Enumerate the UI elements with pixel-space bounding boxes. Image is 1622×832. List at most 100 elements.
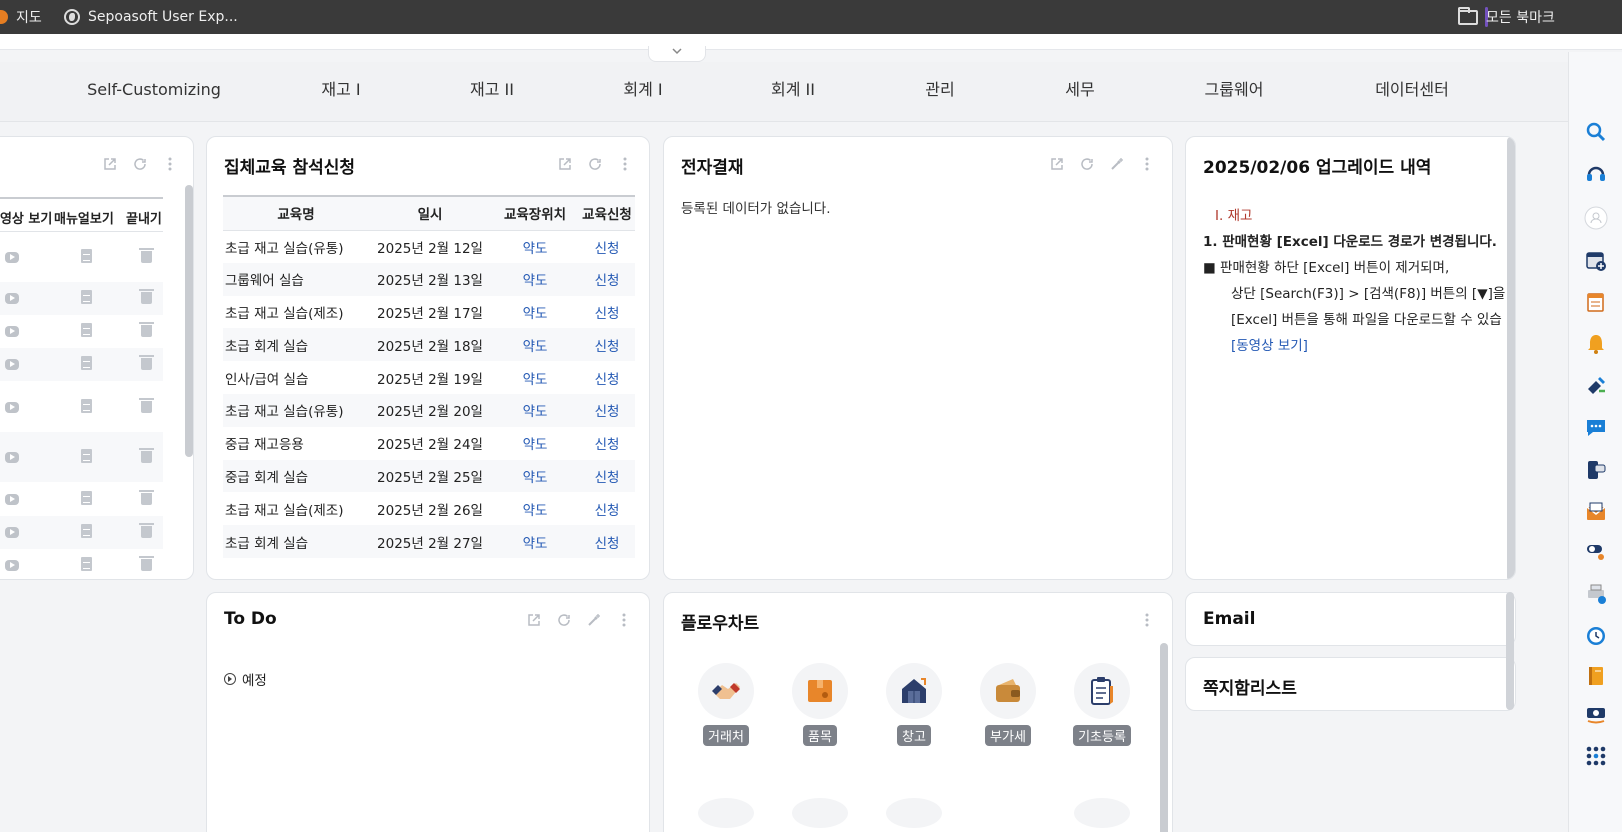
nav-tax[interactable]: 세무 (1065, 62, 1094, 122)
refresh-icon[interactable] (586, 155, 604, 173)
video-icon[interactable] (5, 326, 19, 337)
trash-icon[interactable] (139, 398, 154, 413)
mobile-message-icon[interactable] (1584, 458, 1608, 482)
map-link[interactable]: 약도 (491, 296, 579, 329)
nav-management[interactable]: 관리 (925, 62, 954, 122)
nav-data-center[interactable]: 데이터센터 (1375, 62, 1449, 122)
all-bookmarks-button[interactable]: 모든 북마크 (1458, 0, 1555, 34)
nav-inventory-1[interactable]: 재고 I (321, 62, 360, 122)
toggle-user-icon[interactable] (1584, 540, 1608, 564)
flow-item-warehouse[interactable]: 창고 (882, 663, 946, 746)
flow-item-products[interactable]: 품목 (788, 663, 852, 746)
apply-link[interactable]: 신청 (579, 459, 635, 493)
edit-add-icon[interactable] (585, 611, 603, 629)
nav-accounting-2[interactable]: 회계 II (771, 62, 815, 122)
calendar-add-icon[interactable] (1584, 249, 1608, 273)
flowchart-scrollbar[interactable] (1160, 643, 1168, 832)
apply-link[interactable]: 신청 (579, 393, 635, 427)
user-icon[interactable] (1584, 206, 1608, 230)
bookmark-sepoasoft[interactable]: Sepoasoft User Exp... (64, 0, 238, 34)
more-icon[interactable] (1138, 155, 1156, 173)
apply-link[interactable]: 신청 (579, 230, 635, 263)
trash-icon[interactable] (139, 523, 154, 538)
book-icon[interactable] (1584, 664, 1608, 688)
map-link[interactable]: 약도 (491, 230, 579, 263)
bookmark-map[interactable]: 지도 (0, 0, 42, 34)
trash-icon[interactable] (139, 490, 154, 505)
trash-icon[interactable] (139, 556, 154, 571)
nav-inventory-2[interactable]: 재고 II (470, 62, 514, 122)
right-column-scrollbar[interactable] (1506, 592, 1514, 710)
map-link[interactable]: 약도 (491, 328, 579, 362)
refresh-icon[interactable] (555, 611, 573, 629)
search-icon[interactable] (1584, 120, 1608, 144)
apply-link[interactable]: 신청 (579, 262, 635, 296)
video-icon[interactable] (5, 402, 19, 413)
map-link[interactable]: 약도 (491, 393, 579, 427)
document-icon[interactable] (81, 557, 92, 571)
apply-link[interactable]: 신청 (579, 361, 635, 394)
trash-icon[interactable] (139, 355, 154, 370)
money-icon[interactable] (1584, 702, 1608, 726)
flow-item-vat[interactable]: 부가세 (976, 663, 1040, 746)
trash-icon[interactable] (139, 289, 154, 304)
trash-icon[interactable] (139, 448, 154, 463)
apply-link[interactable]: 신청 (579, 525, 635, 558)
nav-groupware[interactable]: 그룹웨어 (1205, 62, 1264, 122)
bell-icon[interactable] (1584, 332, 1608, 356)
refresh-icon[interactable] (1078, 155, 1096, 173)
apply-link[interactable]: 신청 (579, 328, 635, 362)
more-icon[interactable] (161, 155, 179, 173)
upgrade-scrollbar[interactable] (1507, 137, 1515, 579)
document-icon[interactable] (81, 249, 92, 263)
popout-icon[interactable] (525, 611, 543, 629)
map-link[interactable]: 약도 (491, 492, 579, 525)
popout-icon[interactable] (556, 155, 574, 173)
mail-icon[interactable] (1584, 500, 1608, 524)
apps-grid-icon[interactable] (1584, 744, 1608, 768)
document-icon[interactable] (81, 449, 92, 463)
video-icon[interactable] (5, 293, 19, 304)
map-link[interactable]: 약도 (491, 525, 579, 558)
video-icon[interactable] (5, 359, 19, 370)
stamp-icon[interactable] (1584, 374, 1608, 398)
more-icon[interactable] (1138, 611, 1156, 629)
manual-panel-scrollbar[interactable] (185, 185, 193, 457)
video-icon[interactable] (5, 560, 19, 571)
video-link[interactable]: [동영상 보기] (1203, 333, 1515, 359)
document-icon[interactable] (81, 356, 92, 370)
map-link[interactable]: 약도 (491, 361, 579, 394)
flow-item-clients[interactable]: 거래처 (694, 663, 758, 746)
clock-icon[interactable] (1584, 624, 1608, 648)
more-icon[interactable] (615, 611, 633, 629)
apply-link[interactable]: 신청 (579, 492, 635, 525)
nav-self-customizing[interactable]: Self-Customizing (87, 62, 221, 122)
chat-icon[interactable] (1584, 416, 1608, 440)
nav-accounting-1[interactable]: 회계 I (623, 62, 662, 122)
video-icon[interactable] (5, 527, 19, 538)
apply-link[interactable]: 신청 (579, 427, 635, 460)
popout-icon[interactable] (1048, 155, 1066, 173)
map-link[interactable]: 약도 (491, 427, 579, 460)
video-icon[interactable] (5, 494, 19, 505)
collapse-nav-toggle[interactable] (648, 46, 706, 62)
popout-icon[interactable] (101, 155, 119, 173)
todo-scheduled-toggle[interactable]: 예정 (224, 669, 267, 689)
video-icon[interactable] (5, 252, 19, 263)
document-icon[interactable] (81, 524, 92, 538)
headset-icon[interactable] (1584, 162, 1608, 186)
refresh-icon[interactable] (131, 155, 149, 173)
document-icon[interactable] (81, 290, 92, 304)
printer-icon[interactable] (1584, 582, 1608, 606)
video-icon[interactable] (5, 452, 19, 463)
document-icon[interactable] (81, 323, 92, 337)
notepad-icon[interactable] (1584, 290, 1608, 314)
edit-add-icon[interactable] (1108, 155, 1126, 173)
document-icon[interactable] (81, 399, 92, 413)
map-link[interactable]: 약도 (491, 262, 579, 296)
apply-link[interactable]: 신청 (579, 296, 635, 329)
map-link[interactable]: 약도 (491, 459, 579, 493)
trash-icon[interactable] (139, 322, 154, 337)
more-icon[interactable] (616, 155, 634, 173)
flow-item-basic-registration[interactable]: 기초등록 (1070, 663, 1134, 746)
